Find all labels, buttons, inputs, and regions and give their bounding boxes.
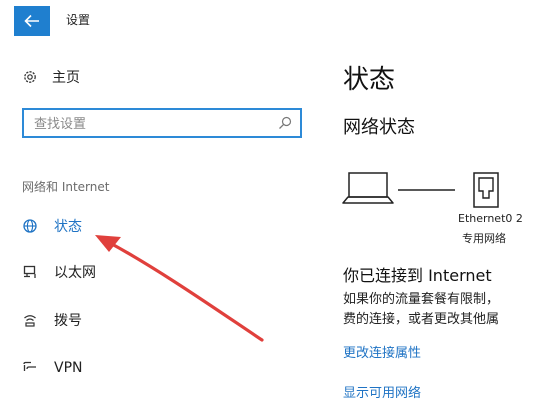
sidebar-item-vpn[interactable]: VPN (22, 356, 83, 380)
arrow-left-icon (24, 14, 39, 28)
description-line: 费的连接，或者更改其他属 (343, 312, 500, 327)
search-box[interactable] (22, 108, 302, 138)
sidebar-section-header: 网络和 Internet (22, 180, 110, 194)
change-connection-properties-link[interactable]: 更改连接属性 (343, 342, 421, 361)
search-input[interactable] (34, 115, 274, 133)
search-icon[interactable] (278, 116, 292, 130)
globe-icon (23, 219, 37, 233)
laptop-icon (342, 172, 394, 204)
sidebar-item-status[interactable]: 状态 (22, 214, 82, 238)
description-line: 如果你的流量套餐有限制， (343, 292, 500, 307)
sidebar-item-label: 以太网 (54, 265, 96, 281)
sidebar-item-label: 状态 (54, 219, 82, 235)
network-status-title: 网络状态 (343, 117, 415, 138)
sidebar-item-label: VPN (54, 360, 83, 376)
gear-icon (24, 71, 36, 83)
page-title: 状态 (343, 65, 396, 95)
window-title: 设置 (66, 13, 91, 27)
settings-window: 设置 主页 网络和 Internet 状态 以太网 (0, 0, 556, 420)
sidebar-item-ethernet[interactable]: 以太网 (22, 260, 96, 284)
vpn-icon (23, 361, 36, 371)
dialup-icon (24, 315, 36, 327)
back-button[interactable] (14, 6, 50, 36)
sidebar-item-label: 拨号 (54, 313, 82, 329)
connection-status-heading: 你已连接到 Internet (343, 266, 492, 285)
sidebar-item-home[interactable]: 主页 (22, 65, 80, 89)
show-available-networks-link[interactable]: 显示可用网络 (343, 382, 421, 401)
sidebar-item-dialup[interactable]: 拨号 (22, 308, 82, 332)
adapter-name: Ethernet0 2 (458, 212, 523, 225)
network-type: 专用网络 (462, 232, 506, 245)
network-diagram (342, 172, 499, 208)
ethernet-port-icon (473, 172, 499, 208)
monitor-icon (23, 265, 36, 278)
sidebar-item-label: 主页 (52, 70, 80, 86)
